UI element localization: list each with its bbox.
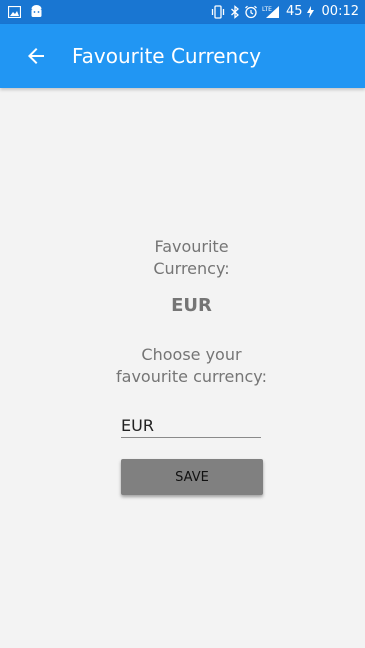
back-button[interactable] xyxy=(24,44,48,68)
favourite-currency-label: Favourite Currency: xyxy=(0,236,365,280)
main-content: Favourite Currency: EUR Choose your favo… xyxy=(0,88,365,648)
save-button[interactable]: SAVE xyxy=(121,459,263,495)
choose-label-line2: favourite currency: xyxy=(116,367,267,386)
page-title: Favourite Currency xyxy=(72,44,262,68)
arrow-back-icon xyxy=(28,48,44,64)
clock: 00:12 xyxy=(321,4,359,19)
alarm-icon xyxy=(244,5,258,19)
favourite-label-line1: Favourite xyxy=(154,237,229,256)
app-bar: Favourite Currency xyxy=(0,24,365,88)
battery-level: 45 xyxy=(285,4,303,19)
network-type-label: LTE xyxy=(262,6,272,13)
android-icon xyxy=(30,5,43,18)
choose-currency-label: Choose your favourite currency: xyxy=(0,344,365,388)
status-left-icons xyxy=(8,5,43,18)
bluetooth-icon xyxy=(230,5,240,19)
app-screen: LTE 45 00:12 Favourite Currency Favourit… xyxy=(0,0,365,648)
signal-icon: LTE xyxy=(262,5,280,19)
status-right-icons: LTE 45 00:12 xyxy=(210,3,359,21)
favourite-currency-value: EUR xyxy=(171,295,212,316)
status-bar: LTE 45 00:12 xyxy=(0,0,365,24)
image-icon xyxy=(8,5,21,18)
currency-input[interactable] xyxy=(121,413,261,438)
favourite-label-line2: Currency: xyxy=(153,259,230,278)
choose-label-line1: Choose your xyxy=(141,345,242,364)
vibrate-icon xyxy=(210,5,226,19)
charging-icon xyxy=(306,6,314,18)
